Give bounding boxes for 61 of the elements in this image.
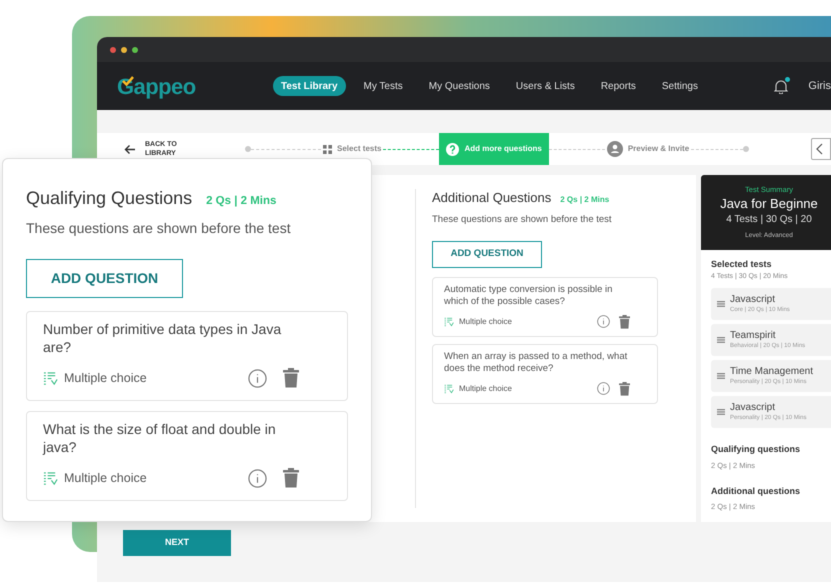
- selected-tests-title: Selected tests: [711, 258, 773, 271]
- list-choice-icon: [444, 316, 454, 327]
- section-description: These questions are shown before the test: [26, 219, 292, 238]
- question-type: Multiple choice: [64, 370, 147, 387]
- section-title: Additional Questions: [432, 189, 552, 207]
- grid-icon: [323, 144, 332, 154]
- step-label: Preview & Invite: [628, 143, 690, 155]
- summary-section-title: Additional questions: [711, 484, 801, 498]
- help-icon: [446, 142, 460, 156]
- list-choice-icon: [43, 370, 58, 386]
- question-text: Automatic type conversion is possible in which of the possible cases?: [444, 284, 614, 308]
- step-label: Add more questions: [464, 143, 542, 155]
- trash-icon[interactable]: [618, 314, 630, 329]
- drag-handle-icon[interactable]: [717, 337, 725, 343]
- nav-tab[interactable]: Reports: [592, 76, 644, 96]
- logo[interactable]: Gappeo: [117, 70, 196, 102]
- add-question-button[interactable]: ADD QUESTION: [432, 240, 542, 268]
- info-icon[interactable]: [596, 315, 610, 328]
- summary-section-title: Qualifying questions: [711, 443, 802, 456]
- section-meta: 2 Qs | 2 Mins: [560, 194, 610, 206]
- test-name: Javascript: [730, 293, 776, 306]
- test-name: Javascript: [730, 401, 776, 414]
- list-choice-icon: [444, 384, 454, 394]
- nav-tab[interactable]: Settings: [654, 76, 706, 96]
- summary-stats: 4 Tests | 30 Qs | 20: [726, 213, 812, 228]
- next-button[interactable]: NEXT: [123, 530, 231, 556]
- trash-icon[interactable]: [283, 468, 299, 488]
- summary-title: Java for Beginne: [720, 195, 818, 212]
- question-text: When an array is passed to a method, what does the method receive?: [444, 350, 628, 375]
- drag-handle-icon[interactable]: [717, 301, 725, 307]
- question-type: Multiple choice: [459, 316, 512, 328]
- question-type: Multiple choice: [459, 382, 512, 395]
- drag-handle-icon[interactable]: [717, 373, 725, 379]
- user-name[interactable]: Giris: [808, 78, 831, 94]
- step[interactable]: Preview & Invite: [604, 133, 692, 165]
- nav-tab[interactable]: Users & Lists: [508, 76, 583, 96]
- nav-tab[interactable]: My Questions: [420, 76, 498, 96]
- question-text: Number of primitive data types in Java are?: [43, 320, 282, 356]
- chevron-left-icon: [816, 143, 823, 155]
- person-icon: [606, 141, 623, 157]
- nav-tab[interactable]: Test Library: [273, 76, 346, 96]
- list-choice-icon: [43, 470, 58, 486]
- add-question-button[interactable]: ADD QUESTION: [26, 259, 183, 298]
- test-name: Teamspirit: [730, 329, 777, 342]
- trash-icon[interactable]: [283, 368, 299, 388]
- section-meta: 2 Qs | 2 Mins: [206, 194, 276, 209]
- back-arrow-icon[interactable]: [124, 144, 136, 154]
- bell-icon[interactable]: [774, 78, 788, 94]
- step-label: Select tests: [337, 143, 382, 155]
- info-icon[interactable]: [248, 468, 267, 488]
- collapse-button[interactable]: [811, 138, 831, 160]
- section-title: Qualifying Questions: [26, 187, 192, 210]
- drag-handle-icon[interactable]: [717, 409, 725, 415]
- question-type: Multiple choice: [64, 470, 147, 487]
- test-name: Time Management: [730, 365, 813, 378]
- info-icon[interactable]: [596, 382, 610, 396]
- trash-icon[interactable]: [618, 382, 630, 396]
- nav-tab[interactable]: My Tests: [356, 76, 411, 96]
- question-text: What is the size of float and double in java?: [43, 420, 277, 456]
- section-description: These questions are shown before the test: [432, 212, 613, 226]
- info-icon[interactable]: [248, 368, 267, 388]
